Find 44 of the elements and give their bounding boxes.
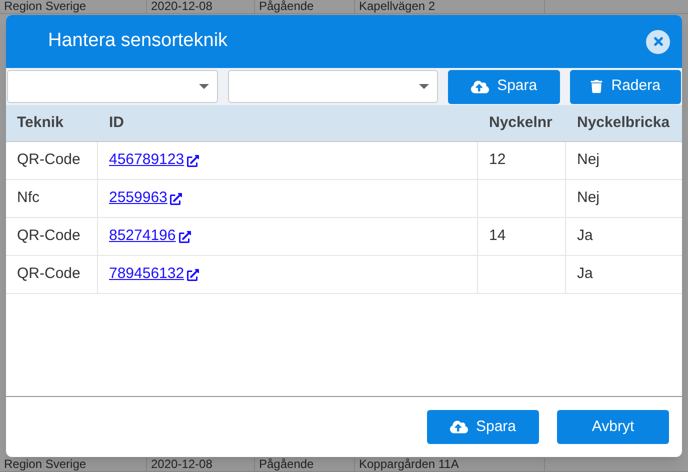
- close-button[interactable]: [646, 30, 670, 54]
- dropdown[interactable]: [7, 70, 218, 103]
- dropdown[interactable]: [228, 70, 438, 103]
- table-cell: Kapellvägen 2: [359, 0, 436, 13]
- caret-icon: [419, 84, 430, 89]
- table-cell-text: Nfc: [17, 188, 40, 208]
- external-link-icon: [178, 230, 191, 242]
- table-cell-text: QR-Code: [17, 150, 80, 170]
- external-link-icon: [187, 268, 200, 280]
- table-cell-text: 12: [489, 150, 506, 170]
- delete-button[interactable]: Radera: [570, 70, 681, 104]
- table-cell: Koppargården 11A: [359, 458, 459, 471]
- trash-icon: [590, 80, 604, 93]
- dialog-title: Hantera sensorteknik: [48, 29, 229, 54]
- column-header: Teknik: [17, 114, 64, 131]
- save-button[interactable]: Spara: [427, 410, 539, 444]
- table-cell-text: Ja: [577, 264, 593, 284]
- column-header: Nyckelbricka: [577, 114, 670, 131]
- table-cell: 2020-12-08: [151, 458, 212, 471]
- save-button[interactable]: Spara: [448, 70, 560, 104]
- table-cell-text: Nej: [577, 188, 600, 208]
- external-link-icon: [170, 192, 182, 204]
- external-link-icon: [187, 154, 200, 166]
- table-cell: Pågående: [259, 458, 314, 471]
- cloud-upload-icon: [471, 78, 490, 96]
- table-cell-text: Nej: [577, 150, 600, 170]
- close-icon: [652, 35, 664, 48]
- table-cell: 2020-12-08: [151, 0, 212, 13]
- table-cell: Pågående: [259, 0, 314, 13]
- cloud-upload-icon: [450, 418, 468, 436]
- id-link[interactable]: 456789123: [109, 149, 200, 172]
- table-cell-text: Ja: [577, 226, 593, 246]
- id-link[interactable]: 789456132: [109, 263, 200, 286]
- id-link[interactable]: 85274196: [109, 225, 191, 248]
- cancel-button[interactable]: Avbryt: [557, 410, 669, 444]
- column-header: ID: [109, 114, 124, 131]
- table-cell-text: 14: [489, 226, 506, 246]
- table-cell-text: QR-Code: [17, 264, 80, 284]
- table-cell-text: QR-Code: [17, 226, 80, 246]
- table-cell: Region Sverige: [4, 0, 86, 13]
- table-cell: Region Sverige: [4, 458, 86, 471]
- id-link[interactable]: 2559963: [109, 187, 182, 210]
- caret-icon: [198, 84, 209, 89]
- column-header: Nyckelnr: [489, 114, 552, 131]
